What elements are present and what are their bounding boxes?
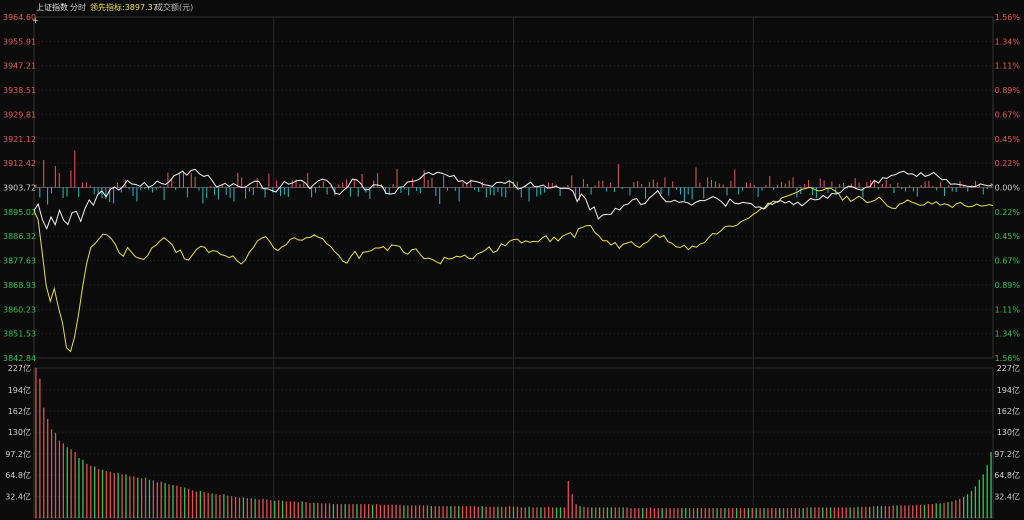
price-tick-label: 3929.81 xyxy=(3,110,36,119)
price-tick-label: 3851.53 xyxy=(3,330,36,339)
volume-tick-label-right: 97.2亿 xyxy=(994,449,1020,459)
pct-tick-label: 0.22% xyxy=(995,159,1021,168)
pct-tick-label: 1.11% xyxy=(995,62,1021,71)
volume-tick-label: 194亿 xyxy=(8,385,31,395)
volume-tick-label-right: 194亿 xyxy=(997,385,1020,395)
price-tick-label: 3912.42 xyxy=(3,159,36,168)
pct-tick-label: 0.67% xyxy=(995,110,1021,119)
price-tick-label: 3877.63 xyxy=(3,257,36,266)
volume-tick-label-right: 162亿 xyxy=(997,406,1020,416)
price-tick-label: 3860.23 xyxy=(3,305,36,314)
volume-tick-label: 97.2亿 xyxy=(5,449,31,459)
volume-tick-label: 130亿 xyxy=(8,427,31,437)
price-tick-label: 3947.21 xyxy=(3,62,36,71)
pct-tick-label: 0.22% xyxy=(995,208,1021,217)
price-tick-label: 3921.12 xyxy=(3,135,36,144)
price-tick-label: 3842.84 xyxy=(3,354,36,363)
volume-tick-label-right: 227亿 xyxy=(997,363,1020,373)
pct-tick-label: 0.89% xyxy=(995,281,1021,290)
pct-tick-label: 1.34% xyxy=(995,37,1021,46)
volume-tick-label-right: 64.8亿 xyxy=(994,470,1020,480)
volume-tick-label: 162亿 xyxy=(8,406,31,416)
pct-tick-label: 0.45% xyxy=(995,232,1021,241)
crosshair-icon: + xyxy=(32,16,39,25)
volume-tick-label-right: 32.4亿 xyxy=(994,492,1020,502)
pct-tick-label: 1.34% xyxy=(995,330,1021,339)
pct-tick-label: 1.56% xyxy=(995,13,1021,22)
pct-tick-label: 1.11% xyxy=(995,305,1021,314)
price-tick-label: 3886.32 xyxy=(3,232,36,241)
price-tick-label: 3868.93 xyxy=(3,281,36,290)
volume-tick-label: 227亿 xyxy=(8,363,31,373)
pct-tick-label: 0.67% xyxy=(995,257,1021,266)
volume-tick-label: 32.4亿 xyxy=(5,492,31,502)
pct-tick-label: 0.45% xyxy=(995,135,1021,144)
price-tick-label: 3938.51 xyxy=(3,86,36,95)
intraday-chart[interactable]: 3964.60 1.56%3955.91 1.34%3947.21 1.11%3938… xyxy=(0,0,1024,520)
volume-tick-label: 64.8亿 xyxy=(5,470,31,480)
pct-tick-label: 0.89% xyxy=(995,86,1021,95)
price-tick-label: 3955.91 xyxy=(3,37,36,46)
price-tick-label: 3903.72 xyxy=(3,184,36,193)
pct-tick-label: 1.56% xyxy=(995,354,1021,363)
pct-tick-label: 0.00% xyxy=(995,184,1021,193)
price-tick-label: 3895.02 xyxy=(3,208,36,217)
volume-tick-label-right: 130亿 xyxy=(997,427,1020,437)
